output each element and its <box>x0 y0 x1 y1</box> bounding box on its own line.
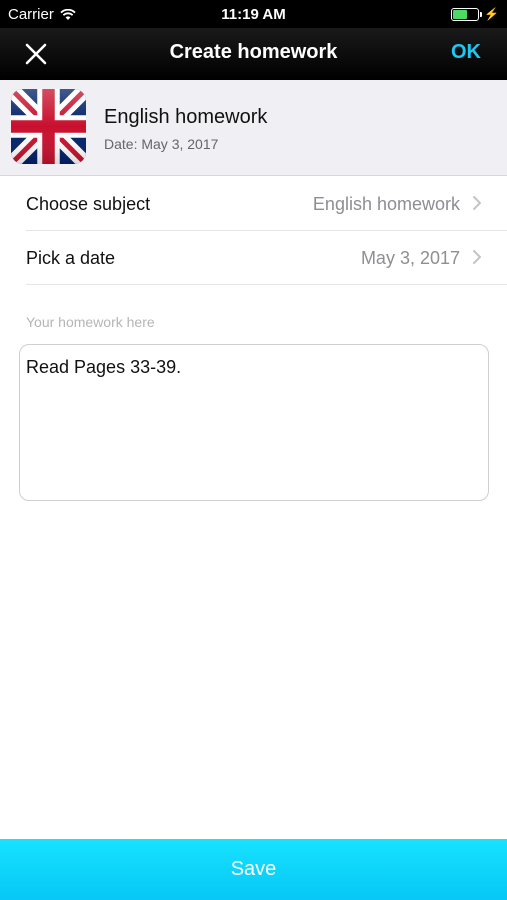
pick-date-row[interactable]: Pick a date May 3, 2017 <box>26 231 507 285</box>
battery-level <box>453 9 467 19</box>
choose-subject-row[interactable]: Choose subject English homework <box>26 177 507 231</box>
charging-bolt-icon: ⚡ <box>484 7 499 21</box>
pick-date-label: Pick a date <box>26 248 116 268</box>
clock: 11:19 AM <box>221 6 286 23</box>
nav-bar: Create homework OK <box>0 28 507 80</box>
battery-icon <box>451 7 483 21</box>
homework-text-input[interactable]: Read Pages 33-39. <box>19 344 489 501</box>
pick-date-value: May 3, 2017 <box>360 248 460 268</box>
homework-summary-card: English homework Date: May 3, 2017 <box>0 80 507 176</box>
page-title: Create homework <box>169 41 338 63</box>
choose-subject-label: Choose subject <box>26 194 151 214</box>
chevron-right-icon <box>473 250 481 264</box>
uk-flag-icon <box>11 89 86 164</box>
homework-title: English homework <box>104 106 268 128</box>
status-bar: Carrier 11:19 AM ⚡ <box>0 0 507 28</box>
save-button[interactable]: Save <box>0 839 507 900</box>
choose-subject-value: English homework <box>312 194 460 214</box>
battery-indicator: ⚡ <box>451 7 499 21</box>
homework-hint-label: Your homework here <box>26 314 155 330</box>
chevron-right-icon <box>473 196 481 210</box>
ok-button[interactable]: OK <box>451 41 481 64</box>
homework-date: Date: May 3, 2017 <box>104 136 219 152</box>
